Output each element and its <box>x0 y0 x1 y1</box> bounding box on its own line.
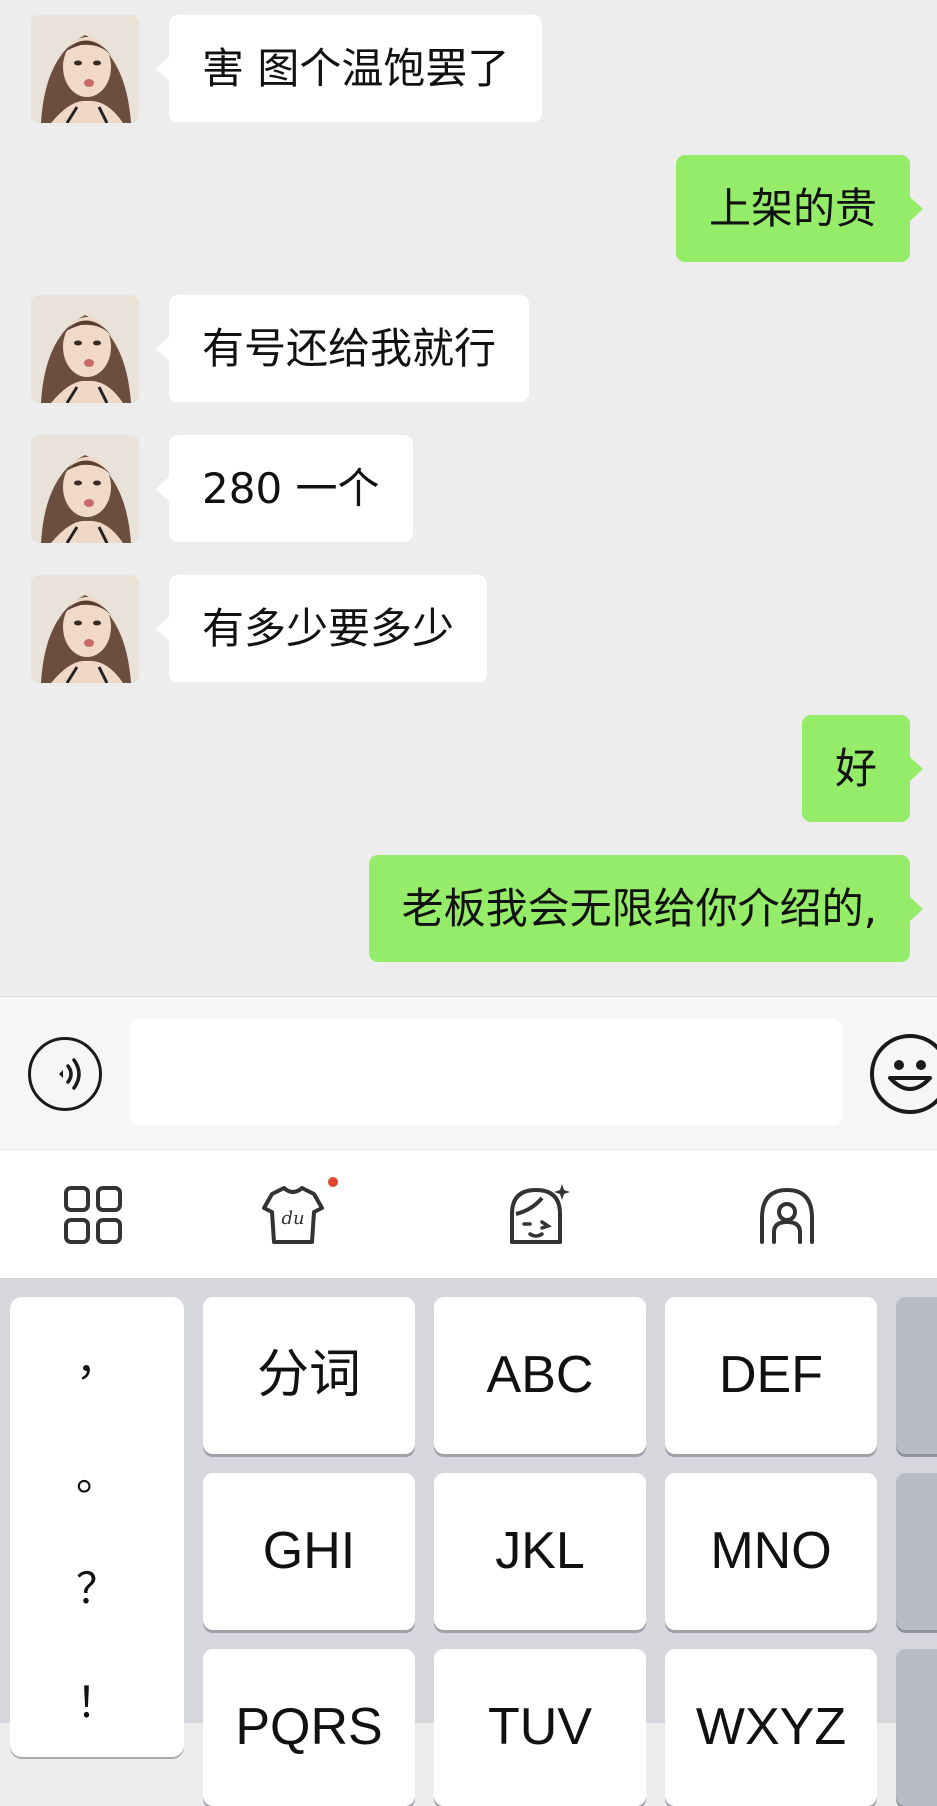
key-jkl[interactable]: JKL <box>434 1473 646 1630</box>
key-abc[interactable]: ABC <box>434 1297 646 1454</box>
message-input-bar <box>0 996 937 1149</box>
keyboard-toolbar: du <box>0 1149 937 1278</box>
nine-key-keyboard: ， 。 ？ ！ 分词 ABC DEF GHI JKL MNO PQRS TUV … <box>0 1278 937 1806</box>
key-mno[interactable]: MNO <box>665 1473 877 1630</box>
punctuation-panel[interactable]: ， 。 ？ ！ <box>10 1297 184 1757</box>
du-skin-icon[interactable]: du <box>258 1180 328 1250</box>
incoming-message-bubble[interactable]: 有多少要多少 <box>155 575 488 682</box>
contact-avatar[interactable] <box>31 295 139 403</box>
ime-logo-icon[interactable] <box>752 1180 822 1250</box>
punctuation-period[interactable]: 。 <box>10 1442 184 1503</box>
notification-dot <box>328 1177 338 1187</box>
incoming-message-bubble[interactable]: 280 一个 <box>156 435 413 542</box>
face-sticker-icon[interactable] <box>502 1180 572 1250</box>
key-def[interactable]: DEF <box>665 1297 877 1454</box>
incoming-message-bubble[interactable]: 害 图个温饱罢了 <box>155 15 543 122</box>
apps-grid-icon[interactable] <box>58 1180 128 1250</box>
key-pqrs[interactable]: PQRS <box>203 1649 415 1806</box>
punctuation-question[interactable]: ？ <box>10 1555 184 1616</box>
chat-message-list[interactable]: 害 图个温饱罢了 上架的贵 有号还给我就行 280 一个 有多少要多少 好 老板… <box>0 0 937 996</box>
key-zero[interactable] <box>896 1649 937 1806</box>
contact-avatar[interactable] <box>31 15 139 123</box>
incoming-message-bubble[interactable]: 有号还给我就行 <box>155 295 530 402</box>
message-text-input[interactable] <box>130 1019 842 1126</box>
contact-avatar[interactable] <box>31 435 139 543</box>
key-segment[interactable]: 分词 <box>203 1297 415 1454</box>
outgoing-message-bubble[interactable]: 老板我会无限给你介绍的, <box>368 855 924 962</box>
key-reset[interactable] <box>896 1473 937 1630</box>
key-ghi[interactable]: GHI <box>203 1473 415 1630</box>
outgoing-message-bubble[interactable]: 好 <box>801 715 924 822</box>
key-delete[interactable] <box>896 1297 937 1454</box>
punctuation-exclamation[interactable]: ！ <box>10 1669 184 1730</box>
contact-avatar[interactable] <box>31 575 139 683</box>
punctuation-comma[interactable]: ， <box>10 1327 184 1388</box>
key-tuv[interactable]: TUV <box>434 1649 646 1806</box>
emoji-icon[interactable] <box>870 1034 937 1114</box>
voice-input-icon[interactable] <box>28 1037 102 1111</box>
svg-text:du: du <box>281 1208 304 1229</box>
key-wxyz[interactable]: WXYZ <box>665 1649 877 1806</box>
outgoing-message-bubble[interactable]: 上架的贵 <box>675 155 924 262</box>
